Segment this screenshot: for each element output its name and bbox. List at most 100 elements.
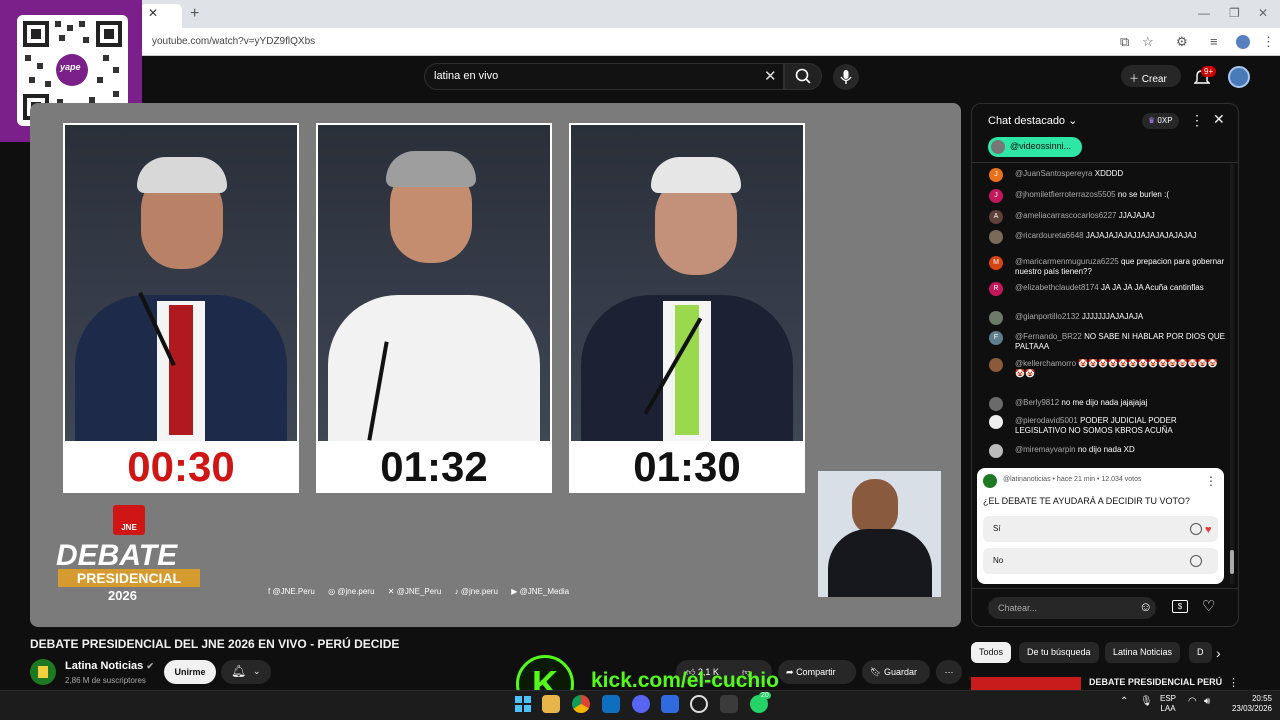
microphone-tray-icon[interactable]: 🎙︎ <box>1140 696 1153 707</box>
obs-icon[interactable] <box>690 695 708 713</box>
chat-author-name[interactable]: @ricardoureta6648 <box>1015 231 1084 240</box>
system-clock[interactable]: 20:55 23/03/2026 <box>1228 694 1272 714</box>
chat-author-name[interactable]: @Berly9812 <box>1015 398 1059 407</box>
chat-user-avatar[interactable] <box>989 311 1003 325</box>
points-badge[interactable]: ♛ 0XP <box>1142 113 1179 129</box>
close-tab-icon[interactable]: ✕ <box>148 6 158 20</box>
profile-icon[interactable] <box>1236 35 1250 49</box>
restore-icon[interactable]: ❐ <box>1229 6 1240 20</box>
poll-question: ¿EL DEBATE TE AYUDARÁ A DECIDIR TU VOTO? <box>983 496 1190 506</box>
clear-search-icon[interactable]: ✕ <box>764 67 777 85</box>
share-button[interactable]: ➦ Compartir <box>778 660 856 684</box>
chat-user-avatar[interactable]: A <box>989 210 1003 224</box>
chat-author-name[interactable]: @jhomiletfierroterrazos5505 <box>1015 190 1116 199</box>
account-avatar[interactable] <box>1228 66 1250 88</box>
chat-mode-dropdown[interactable]: Chat destacado ⌄ <box>988 114 1077 127</box>
chat-more-icon[interactable]: ⋮ <box>1190 112 1204 129</box>
chat-user-avatar[interactable] <box>989 415 1003 429</box>
chat-author-name[interactable]: @JuanSantospereyra <box>1015 169 1093 178</box>
chat-user-avatar[interactable] <box>989 358 1003 372</box>
channel-name[interactable]: Latina Noticias ✔ <box>65 660 154 672</box>
chat-message-body: @Berly9812 no me dijo nada jajajajaj <box>1015 398 1225 408</box>
filter-chip-todos[interactable]: Todos <box>971 642 1012 663</box>
discord-icon[interactable] <box>632 695 650 713</box>
emoji-icon[interactable]: ☺ <box>1139 599 1152 614</box>
browser-tab[interactable] <box>140 4 182 28</box>
chat-author-name[interactable]: @gianportillo2132 <box>1015 312 1080 321</box>
chat-user-avatar[interactable] <box>989 444 1003 458</box>
join-button[interactable]: Unirme <box>164 660 216 684</box>
pinned-user-chip[interactable]: @videossinni... <box>988 137 1082 157</box>
subscription-bell-button[interactable]: 🔔︎ ⌄ <box>221 660 271 684</box>
more-actions-button[interactable]: ⋯ <box>936 660 962 684</box>
verified-icon: ✔ <box>146 661 154 671</box>
related-more-icon[interactable]: ⋮ <box>1228 676 1239 689</box>
filter-chip-de-tu-busqueda[interactable]: De tu búsqueda <box>1019 642 1099 663</box>
app-icon-2[interactable] <box>720 695 738 713</box>
candidate-timer-2: 01:32 <box>380 443 488 490</box>
poll-option-no[interactable]: No <box>983 548 1218 574</box>
chat-scroll-thumb[interactable] <box>1230 550 1234 574</box>
volume-icon[interactable]: 🔊︎ <box>1204 696 1210 707</box>
filter-chip-latina-noticias[interactable]: Latina Noticias <box>1105 642 1181 663</box>
close-chat-icon[interactable]: ✕ <box>1213 111 1225 128</box>
instagram-icon: ◎ <box>328 587 336 596</box>
cast-icon[interactable]: ⧉ <box>1120 34 1129 50</box>
chat-user-avatar[interactable]: J <box>989 168 1003 182</box>
search-input[interactable]: latina en vivo <box>434 70 498 82</box>
video-player[interactable]: 00:30 01:32 01:30 JNE DEBATE PRESIDENCIA… <box>30 103 961 627</box>
chat-user-avatar[interactable] <box>989 397 1003 411</box>
chat-input[interactable]: Chatear... <box>988 597 1156 619</box>
related-video-thumbnail[interactable] <box>971 677 1081 690</box>
chat-author-name[interactable]: @Fernando_BR22 <box>1015 332 1082 341</box>
tray-chevron-icon[interactable]: ⌃ <box>1120 696 1128 707</box>
poll-meta: @latinanoticias • hace 21 min • 12.034 v… <box>1003 476 1142 483</box>
heart-icon[interactable]: ♡ <box>1202 597 1215 615</box>
chat-author-name[interactable]: @pierodavid5001 <box>1015 416 1078 425</box>
search-button[interactable] <box>784 63 822 90</box>
crown-icon: ♛ <box>1148 116 1156 125</box>
close-window-icon[interactable]: ✕ <box>1258 6 1268 20</box>
chrome-icon[interactable] <box>572 695 590 713</box>
save-button[interactable]: 🔖︎ Guardar <box>862 660 930 684</box>
vscode-icon[interactable] <box>602 695 620 713</box>
chat-message-body: @gianportillo2132 JJJJJJJAJAJAJA <box>1015 312 1225 322</box>
chat-message-body: @pierodavid5001 PODER JUDICIAL PODER LEG… <box>1015 416 1225 436</box>
windows-start-icon[interactable] <box>514 695 532 713</box>
file-explorer-icon[interactable] <box>542 695 560 713</box>
voice-search-button[interactable] <box>833 64 859 90</box>
chat-scrollbar[interactable] <box>1230 164 1234 584</box>
poll-option-si[interactable]: Sí <box>983 516 1218 542</box>
chat-user-avatar[interactable]: M <box>989 256 1003 270</box>
chat-user-avatar[interactable]: R <box>989 282 1003 296</box>
super-chat-icon[interactable]: $ <box>1172 600 1188 613</box>
url-field[interactable]: youtube.com/watch?v=yYDZ9flQXbs <box>152 36 315 47</box>
new-tab-icon[interactable]: + <box>190 5 199 23</box>
filter-chip-d[interactable]: D <box>1189 642 1212 663</box>
poll-more-icon[interactable]: ⋮ <box>1205 474 1217 488</box>
chat-author-name[interactable]: @elizabethclaudet8174 <box>1015 283 1099 292</box>
chat-message-text: no me dijo nada jajajajaj <box>1061 398 1148 407</box>
chat-author-name[interactable]: @kellerchamorro <box>1015 359 1076 368</box>
chat-user-avatar[interactable]: J <box>989 189 1003 203</box>
chat-user-avatar[interactable] <box>989 230 1003 244</box>
keyboard-language[interactable]: ESP LAA <box>1160 694 1176 714</box>
reading-list-icon[interactable]: ≡ <box>1210 34 1218 49</box>
whatsapp-badge: 20 <box>759 692 771 699</box>
jne-logo: JNE <box>113 505 145 535</box>
chat-author-name[interactable]: @maricarmenmuguruza6225 <box>1015 257 1119 266</box>
bookmark-star-icon[interactable]: ☆ <box>1142 34 1154 50</box>
chat-author-name[interactable]: @ameliacarrascocarlos6227 <box>1015 211 1117 220</box>
browser-menu-icon[interactable]: ⋮ <box>1262 34 1275 50</box>
wifi-icon[interactable]: ◠ <box>1188 696 1197 707</box>
extensions-icon[interactable]: ⚙ <box>1176 34 1188 50</box>
chat-author-name[interactable]: @miremayvarpin <box>1015 445 1076 454</box>
chevron-right-icon[interactable]: › <box>1216 645 1221 661</box>
minimize-icon[interactable]: — <box>1198 6 1210 20</box>
search-icon <box>795 68 811 84</box>
channel-avatar[interactable] <box>30 659 56 685</box>
app-icon[interactable] <box>661 695 679 713</box>
create-button[interactable]: ＋ Crear <box>1121 65 1181 87</box>
chat-user-avatar[interactable]: F <box>989 331 1003 345</box>
related-video-title[interactable]: DEBATE PRESIDENCIAL PERÚ <box>1089 677 1222 687</box>
